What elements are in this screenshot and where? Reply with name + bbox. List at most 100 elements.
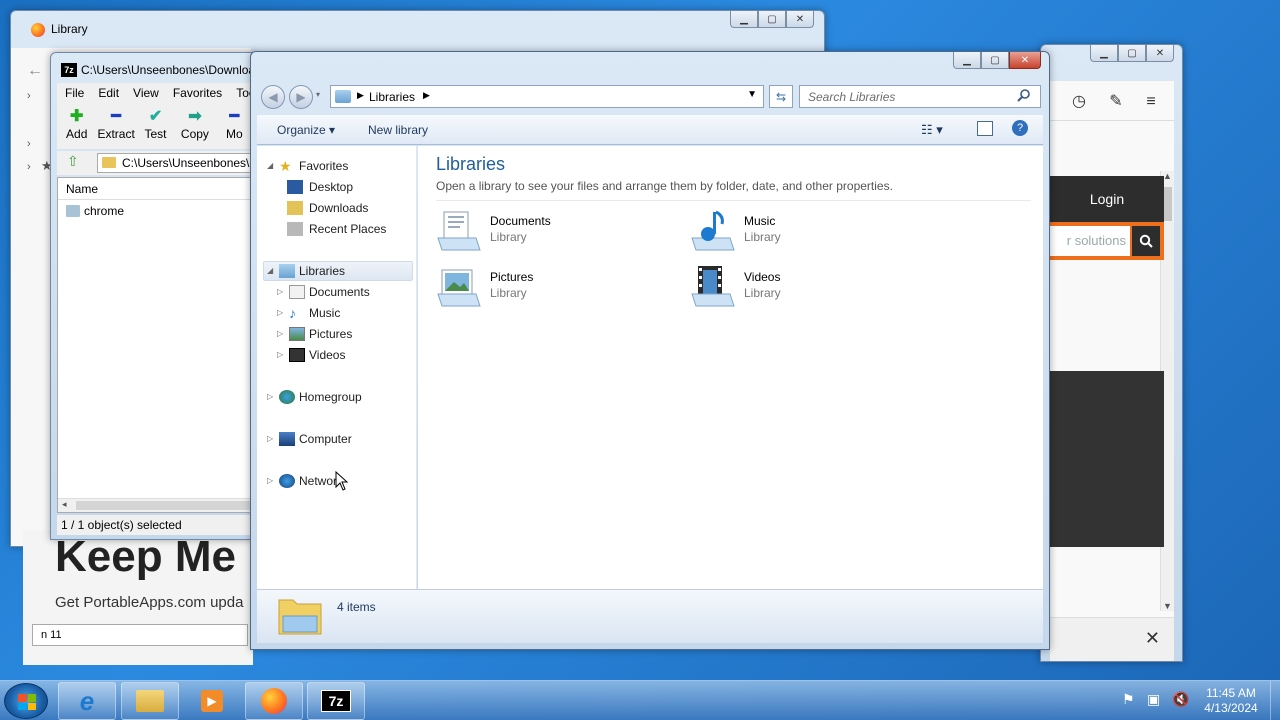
close-button[interactable]: ✕ [1009, 52, 1041, 69]
expand-arrow-icon[interactable]: › [27, 90, 31, 102]
menu-file[interactable]: File [65, 86, 84, 100]
collapse-arrow-icon: ◢ [267, 161, 274, 170]
libraries-folder-icon [278, 599, 322, 635]
horizontal-scrollbar[interactable]: ◂ [58, 498, 253, 512]
expand-arrow-icon[interactable]: › [27, 161, 31, 173]
close-button[interactable]: ✕ [1146, 45, 1174, 62]
caption-buttons: ▁ ▢ ✕ [1090, 45, 1174, 62]
start-button[interactable] [4, 683, 48, 719]
library-item-videos[interactable]: Videos Library [690, 264, 920, 314]
expand-arrow-icon: ▷ [277, 329, 284, 338]
address-dropdown-icon[interactable]: ▼ [747, 89, 757, 100]
maximize-button[interactable]: ▢ [1118, 45, 1146, 62]
login-button[interactable]: Login [1050, 176, 1164, 222]
taskbar-7zip[interactable]: 7z [307, 682, 365, 720]
network-tray-icon[interactable]: ▣ [1147, 691, 1160, 708]
action-center-flag-icon[interactable]: ⚑ [1122, 691, 1135, 708]
recent-pages-dropdown[interactable]: ▾ [316, 90, 320, 99]
history-icon[interactable]: ◷ [1070, 93, 1088, 111]
taskbar-media-player[interactable]: ▶ [183, 682, 241, 720]
search-icon [1139, 234, 1153, 248]
view-options-icon[interactable]: ☷ ▾ [921, 122, 943, 138]
taskbar-internet-explorer[interactable]: e [58, 682, 116, 720]
menu-favorites[interactable]: Favorites [173, 86, 222, 100]
expand-arrow-icon[interactable]: › [27, 138, 31, 150]
breadcrumb-libraries[interactable]: Libraries [369, 90, 415, 104]
new-library-button[interactable]: New library [368, 123, 428, 137]
search-input[interactable]: Search Libraries [799, 85, 1041, 108]
menu-edit[interactable]: Edit [98, 86, 119, 100]
clock-date: 4/13/2024 [1204, 701, 1258, 715]
up-folder-icon[interactable]: ⇧ [67, 153, 79, 170]
system-clock[interactable]: 11:45 AM 4/13/2024 [1196, 686, 1266, 716]
folder-icon [136, 690, 164, 712]
search-button[interactable] [1132, 226, 1160, 256]
expand-arrow-icon: ▷ [277, 350, 284, 359]
breadcrumb-separator-icon[interactable]: ▶ [423, 90, 430, 101]
expand-arrow-icon: ▷ [277, 287, 284, 296]
documents-icon [289, 285, 305, 299]
navigation-pane: ◢ ★ Favorites Desktop Downloads Recent P… [257, 146, 417, 589]
breadcrumb-separator-icon[interactable]: ▶ [357, 90, 364, 101]
details-pane: 4 items [257, 589, 1043, 643]
back-arrow-icon[interactable]: ← [27, 62, 43, 80]
minimize-button[interactable]: ▁ [1090, 45, 1118, 62]
test-button[interactable]: ✔ Test [136, 103, 175, 149]
site-search-input[interactable]: r solutions [1050, 226, 1130, 256]
status-bar: 1 / 1 object(s) selected [57, 515, 254, 535]
list-item[interactable]: chrome [58, 200, 253, 222]
mouse-cursor-icon [335, 471, 349, 491]
close-button[interactable]: ✕ [786, 11, 814, 28]
maximize-button[interactable]: ▢ [981, 52, 1009, 69]
refresh-button[interactable]: ⇆ [769, 85, 793, 108]
taskbar: e ▶ 7z ⚑ ▣ 🔇 11:45 AM 4/13/2024 [0, 680, 1280, 720]
help-icon[interactable]: ? [1012, 120, 1028, 136]
internet-explorer-icon: e [79, 685, 95, 716]
folder-icon [102, 157, 116, 168]
sevenzip-icon: 7z [321, 690, 351, 712]
back-button[interactable]: ◀ [261, 85, 285, 109]
library-item-documents[interactable]: Documents Library [436, 208, 666, 258]
address-bar[interactable]: ▶ Libraries ▶ ▼ [330, 85, 764, 108]
find-input[interactable]: n 11 [32, 624, 248, 646]
window-title: C:\Users\Unseenbones\Downloa [81, 63, 251, 77]
menu-icon[interactable]: ≡ [1142, 93, 1160, 111]
taskbar-firefox[interactable] [245, 682, 303, 720]
browser-content: ◷ ✎ ≡ ▲ ▼ Login r solutions ✕ [1050, 81, 1174, 661]
caption-buttons: ▁ ▢ ✕ [953, 52, 1041, 69]
library-item-music[interactable]: Music Library [690, 208, 920, 258]
maximize-button[interactable]: ▢ [758, 11, 786, 28]
pictures-icon [289, 327, 305, 341]
close-icon[interactable]: ✕ [1145, 628, 1160, 649]
library-item-pictures[interactable]: Pictures Library [436, 264, 666, 314]
copy-button[interactable]: ➡ Copy [175, 103, 214, 149]
column-header-name[interactable]: Name [58, 178, 253, 200]
menu-view[interactable]: View [133, 86, 159, 100]
music-icon: ♪ [289, 305, 296, 321]
expand-arrow-icon: ▷ [267, 476, 274, 485]
media-player-icon: ▶ [201, 690, 223, 712]
minimize-button[interactable]: ▁ [730, 11, 758, 28]
add-button[interactable]: ✚ Add [57, 103, 96, 149]
page-title: Libraries [436, 154, 506, 174]
explorer-window: ▁ ▢ ✕ ◀ ▶ ▾ ▶ Libraries ▶ ▼ ⇆ Search Lib… [250, 51, 1050, 650]
folder-icon [66, 205, 80, 217]
volume-muted-icon[interactable]: 🔇 [1172, 691, 1189, 708]
music-library-icon [691, 210, 735, 251]
videos-library-icon [691, 266, 735, 307]
firefox-browser-window: ▁ ▢ ✕ ◷ ✎ ≡ ▲ ▼ Login r solutions ✕ [1040, 44, 1183, 662]
item-count: 4 items [337, 600, 376, 614]
preview-pane-icon[interactable] [977, 121, 993, 136]
minimize-button[interactable]: ▁ [953, 52, 981, 69]
move-button[interactable]: ━ Mo [215, 103, 254, 149]
extensions-icon[interactable]: ✎ [1107, 93, 1125, 111]
expand-arrow-icon: ▷ [277, 308, 284, 317]
taskbar-explorer[interactable] [121, 682, 179, 720]
forward-button[interactable]: ▶ [289, 85, 313, 109]
search-icon[interactable] [1017, 88, 1031, 105]
organize-button[interactable]: Organize ▾ [277, 123, 335, 137]
show-desktop-button[interactable] [1270, 681, 1280, 720]
homegroup-icon [279, 390, 295, 404]
path-input[interactable]: C:\Users\Unseenbones\De [97, 153, 254, 173]
extract-button[interactable]: ━ Extract [96, 103, 135, 149]
